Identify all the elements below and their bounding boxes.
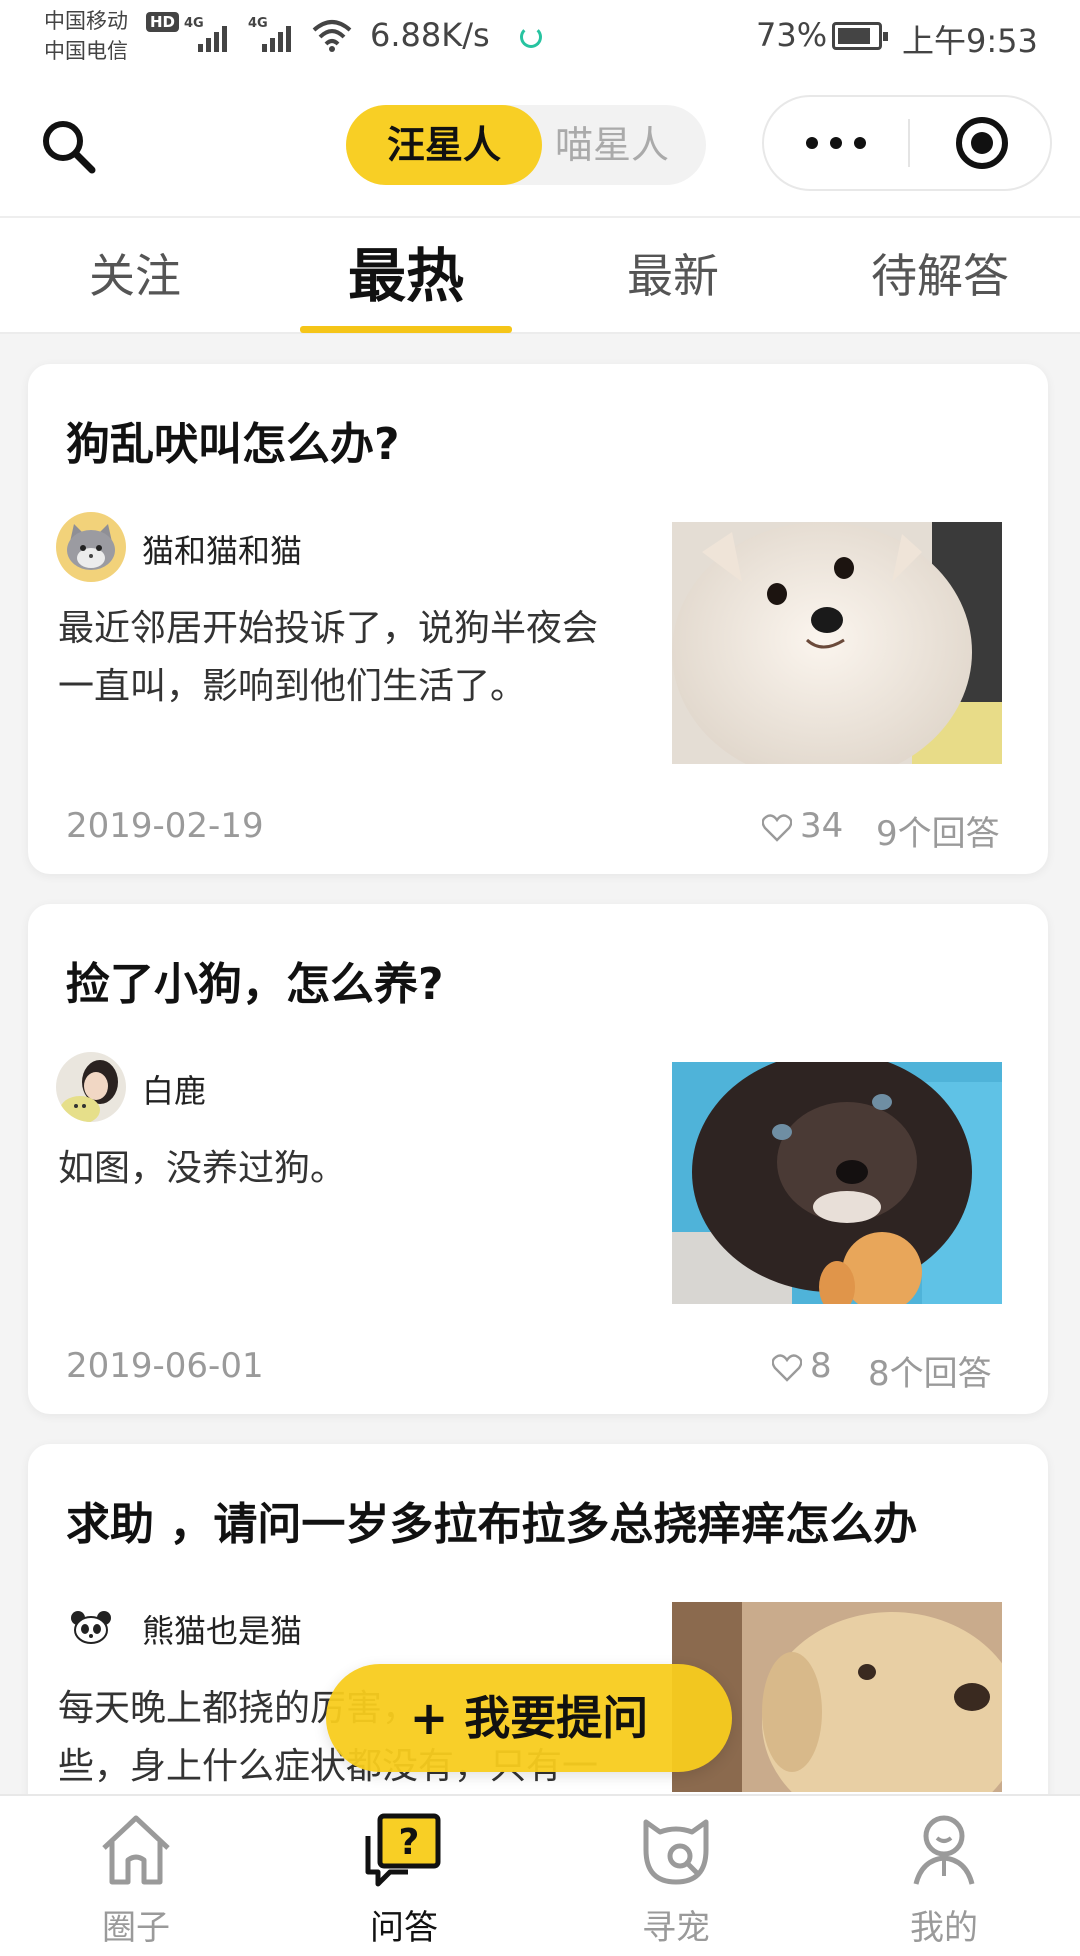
capsule-divider [908, 119, 910, 167]
heart-icon[interactable] [762, 814, 792, 842]
nav-label: 我的 [910, 1908, 978, 1948]
category-tabs: 关注 最热 最新 待解答 [0, 216, 1080, 334]
excerpt-line: 最近邻居开始投诉了，说狗半夜会 [58, 608, 599, 649]
nav-profile[interactable]: 我的 [864, 1796, 1024, 1956]
tab-newest[interactable]: 最新 [578, 218, 768, 336]
tab-unanswered[interactable]: 待解答 [840, 218, 1040, 336]
find-pet-icon [643, 1819, 709, 1885]
sync-icon [520, 26, 542, 48]
excerpt-line: 一直叫，影响到他们生活了。 [58, 666, 527, 707]
mini-program-capsule [762, 95, 1052, 191]
nav-qa[interactable]: ? 问答 [324, 1796, 484, 1956]
signal-4g-icon: 4G [248, 16, 296, 52]
home-icon [102, 1815, 170, 1885]
wifi-icon [312, 20, 352, 52]
like-count: 8 [810, 1346, 832, 1386]
heart-icon[interactable] [772, 1354, 802, 1382]
answer-count[interactable]: 9个回答 [876, 806, 1000, 855]
clock: 上午9:53 [902, 22, 1038, 60]
answer-count[interactable]: 8个回答 [868, 1346, 992, 1395]
panda-avatar-icon [56, 1592, 126, 1662]
nav-find-pet[interactable]: 寻宠 [596, 1796, 756, 1956]
excerpt-line: 如图，没养过狗。 [58, 1148, 347, 1189]
nav-label: 寻宠 [642, 1908, 710, 1948]
question-date: 2019-02-19 [66, 806, 264, 846]
svg-text:?: ? [399, 1822, 420, 1863]
hd-badge: HD [146, 12, 180, 32]
question-excerpt: 最近邻居开始投诉了，说狗半夜会 一直叫，影响到他们生活了。 [58, 600, 658, 716]
white-puppy-photo[interactable] [672, 522, 1002, 764]
question-title: 求助 ，请问一岁多拉布拉多总挠痒痒怎么办 [66, 1499, 918, 1550]
tab-hottest[interactable]: 最热 [300, 218, 512, 336]
carrier-1: 中国移动 [44, 9, 128, 33]
girl-avatar-icon [56, 1052, 126, 1122]
question-title: 捡了小狗，怎么养? [66, 959, 444, 1010]
qa-icon: ? [365, 1813, 441, 1887]
like-count: 34 [800, 806, 844, 846]
status-bar: 中国移动 中国电信 HD 4G 4G 6.88K/s 73% 上午9:53 [0, 0, 1080, 78]
carrier-info: 中国移动 中国电信 [44, 6, 128, 66]
signal-4g-icon: 4G [184, 16, 232, 52]
tab-following[interactable]: 关注 [40, 218, 230, 336]
close-target-icon[interactable] [956, 117, 1008, 169]
more-menu-icon[interactable] [764, 97, 908, 189]
question-excerpt: 如图，没养过狗。 [58, 1140, 658, 1198]
nav-label: 圈子 [102, 1908, 170, 1948]
search-icon[interactable] [38, 116, 98, 176]
battery-icon [832, 22, 888, 50]
toggle-cat[interactable]: 喵星人 [518, 105, 706, 185]
cat-avatar-icon [56, 512, 126, 582]
pet-type-toggle: 喵星人 汪星人 [346, 105, 706, 185]
question-date: 2019-06-01 [66, 1346, 264, 1386]
carrier-2: 中国电信 [44, 39, 128, 63]
question-card[interactable]: 狗乱吠叫怎么办? 猫和猫和猫 最近邻居开始投诉了，说狗半夜会 一直叫，影响到他们… [28, 364, 1048, 874]
app-header: 喵星人 汪星人 [0, 78, 1080, 216]
author-name[interactable]: 白鹿 [142, 1066, 206, 1112]
ask-question-button[interactable]: + 我要提问 [326, 1664, 732, 1772]
nav-circle[interactable]: 圈子 [56, 1796, 216, 1956]
battery-percent: 73% [756, 16, 828, 54]
profile-icon [913, 1815, 975, 1885]
toggle-dog[interactable]: 汪星人 [346, 105, 542, 185]
question-title: 狗乱吠叫怎么办? [66, 419, 400, 470]
author-name[interactable]: 猫和猫和猫 [142, 526, 302, 572]
dark-puppy-photo[interactable] [672, 1062, 1002, 1304]
nav-label: 问答 [370, 1908, 438, 1948]
net-speed: 6.88K/s [370, 16, 490, 54]
question-card[interactable]: 捡了小狗，怎么养? 白鹿 如图，没养过狗。 2019-06-01 8 8个回答 [28, 904, 1048, 1414]
active-tab-indicator [300, 326, 512, 333]
author-name[interactable]: 熊猫也是猫 [142, 1606, 302, 1652]
bottom-nav: 圈子 ? 问答 寻宠 我的 [0, 1794, 1080, 1956]
